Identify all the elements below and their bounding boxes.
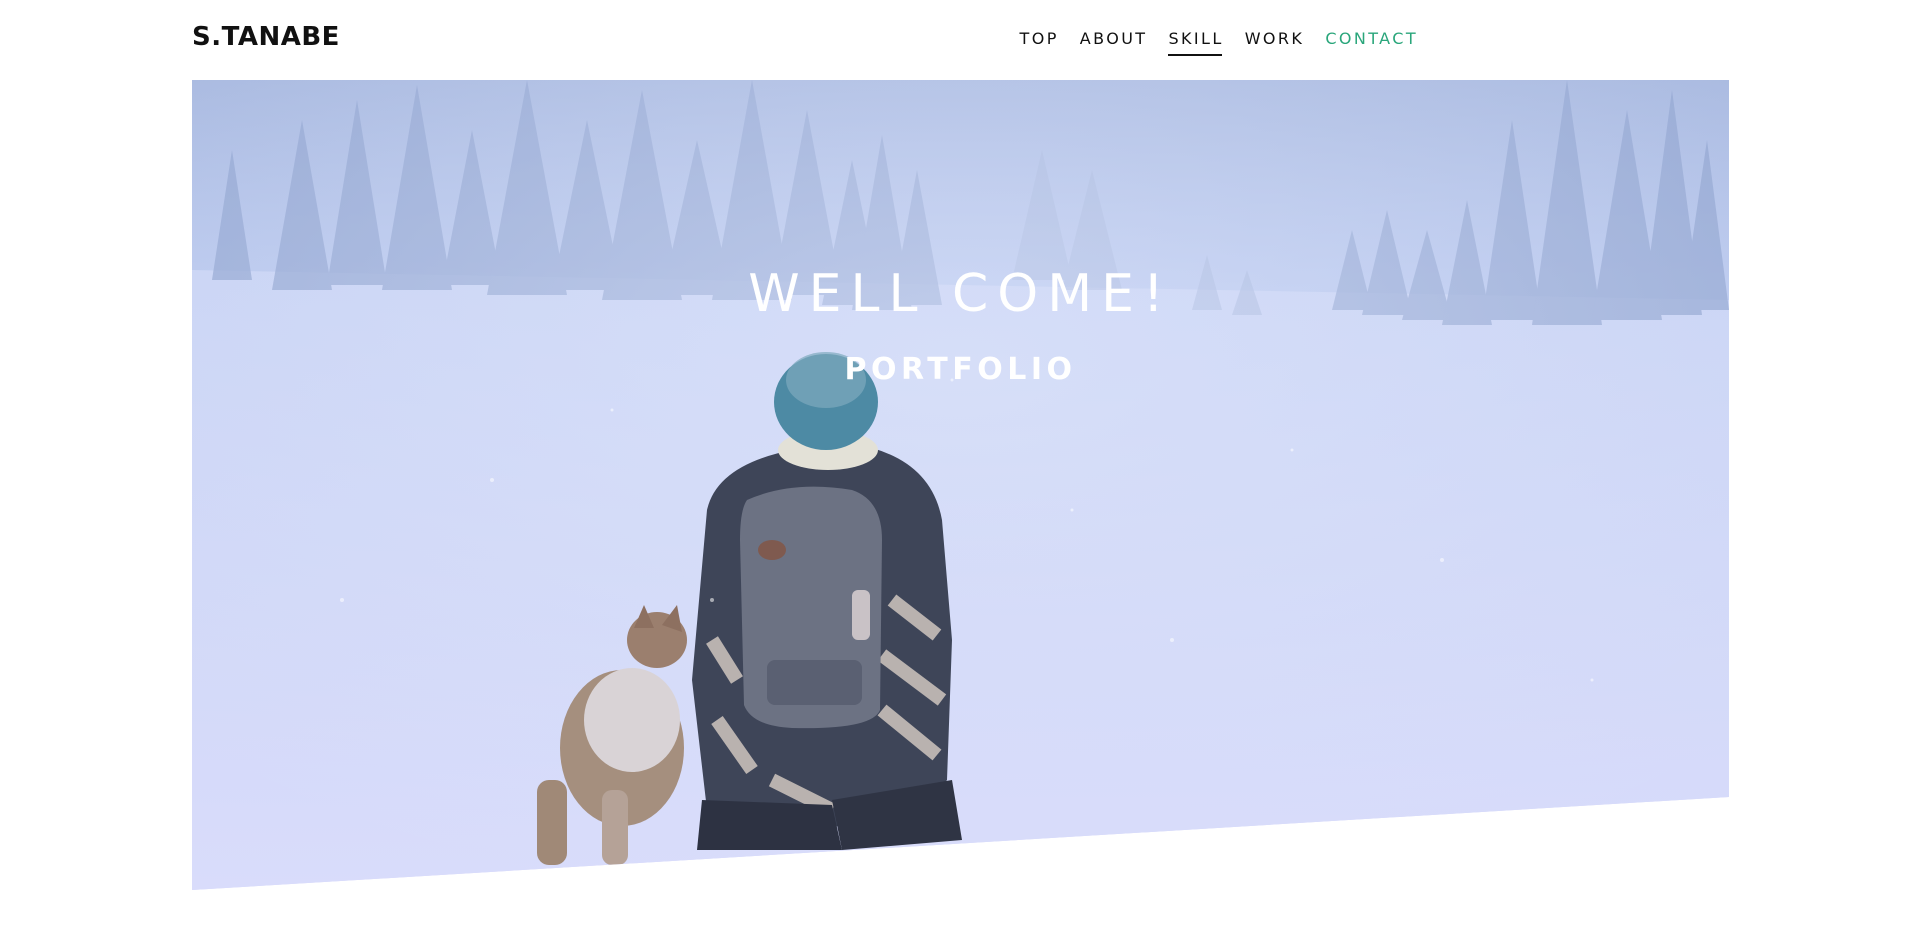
nav-skill[interactable]: SKILL (1168, 29, 1223, 56)
nav-work[interactable]: WORK (1245, 29, 1305, 56)
hero-title: WELL COME! (748, 264, 1173, 324)
hero-snow-scene-image (192, 80, 1729, 890)
hero-subtitle: PORTFOLIO (844, 352, 1077, 387)
site-logo[interactable]: S.TANABE (192, 22, 340, 52)
nav-contact[interactable]: CONTACT (1325, 29, 1418, 56)
hero-section: WELL COME! PORTFOLIO (192, 80, 1729, 890)
nav-top[interactable]: TOP (1020, 29, 1059, 56)
nav-about[interactable]: ABOUT (1080, 29, 1148, 56)
main-nav: TOP ABOUT SKILL WORK CONTACT (1020, 29, 1418, 56)
page: S.TANABE TOP ABOUT SKILL WORK CONTACT WE… (0, 0, 1920, 937)
